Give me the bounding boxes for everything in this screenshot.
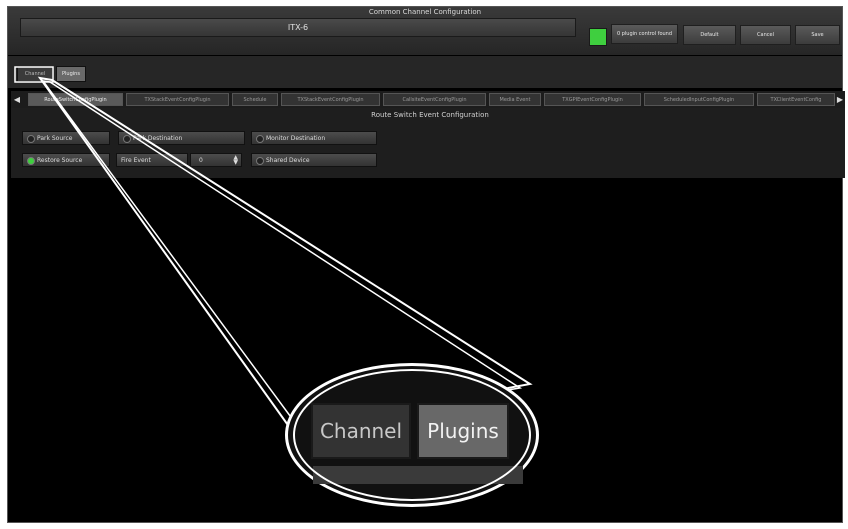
zoom-callout-inner-ring — [293, 369, 531, 501]
